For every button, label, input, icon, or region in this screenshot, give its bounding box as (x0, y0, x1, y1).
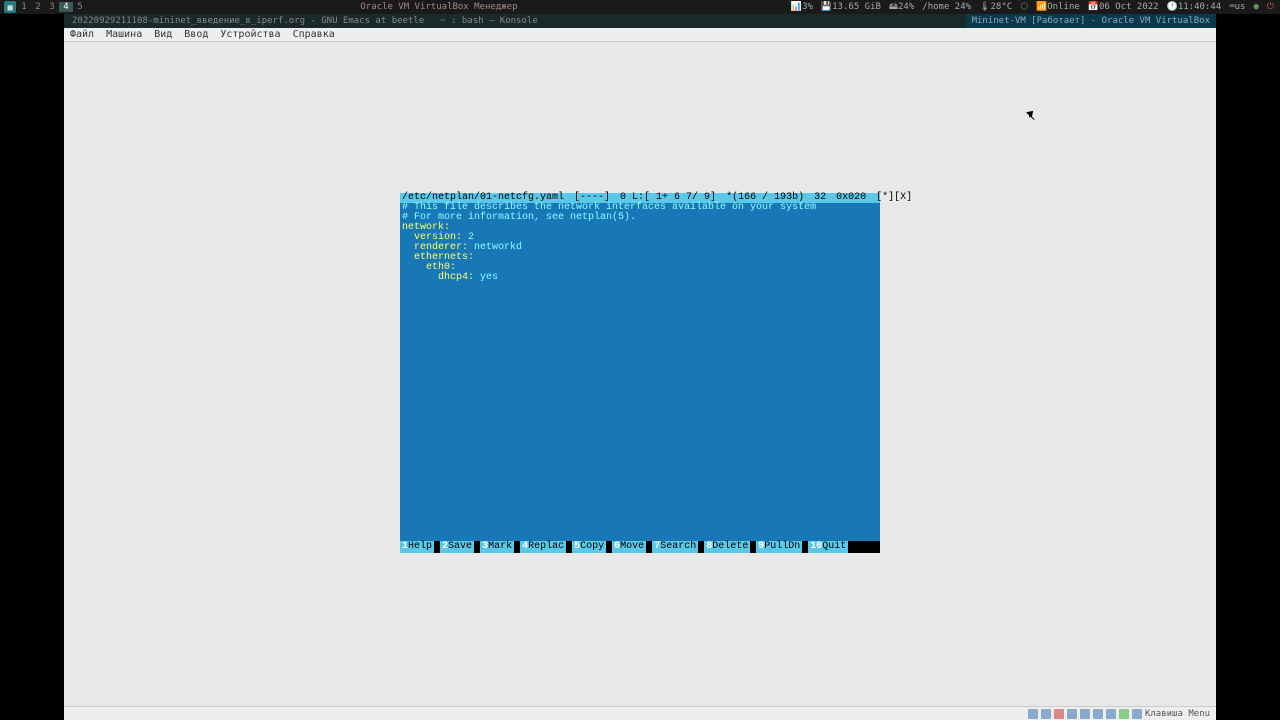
net-icon[interactable] (1067, 709, 1077, 719)
left-letterbox (0, 14, 64, 720)
optical-icon[interactable] (1041, 709, 1051, 719)
workspace-5[interactable]: 5 (73, 2, 87, 12)
mcedit-terminal[interactable]: /etc/netplan/01-netcfg.yaml [----] 0 L:[… (400, 193, 880, 553)
fnkey-replac[interactable]: 4Replac (520, 541, 566, 553)
display-icon[interactable] (1106, 709, 1116, 719)
date-indicator: 📅06 Oct 2022 (1088, 2, 1159, 12)
editor-line: ethernets: (402, 253, 878, 263)
net-indicator: 📶Online (1036, 2, 1080, 12)
workspace-3[interactable]: 3 (45, 2, 59, 12)
vm-statusbar: Клавиша Menu (64, 706, 1216, 720)
fnkey-save[interactable]: 2Save (440, 541, 474, 553)
fnkey-quit[interactable]: 10Quit (808, 541, 848, 553)
vpn-icon[interactable]: ⬡ (1020, 2, 1028, 12)
usb-icon[interactable] (1080, 709, 1090, 719)
time-indicator: 🕐11:40:44 (1167, 2, 1222, 12)
editor-line: dhcp4: yes (402, 273, 878, 283)
fnkey-search[interactable]: 7Search (652, 541, 698, 553)
title-emacs: 20220929211108-mininet_введение_в_iperf.… (64, 16, 432, 26)
hdd-icon[interactable] (1028, 709, 1038, 719)
power-icon[interactable]: ⏻ (1267, 2, 1274, 12)
right-letterbox (1216, 14, 1280, 720)
fnkey-pulldn[interactable]: 9PullDn (756, 541, 802, 553)
editor-content[interactable]: # This file describes the network interf… (400, 203, 880, 283)
fnkey-help[interactable]: 1Help (400, 541, 434, 553)
shared-folder-icon[interactable] (1093, 709, 1103, 719)
menu-Справка[interactable]: Справка (287, 29, 341, 40)
app-menu-icon[interactable]: ▦ (4, 1, 16, 13)
guest-additions-icon[interactable] (1132, 709, 1142, 719)
kb-layout[interactable]: ⌨us (1229, 2, 1245, 12)
title-vbox: Mininet-VM [Работает] - Oracle VM Virtua… (966, 14, 1216, 28)
window-title-bar: 20220929211108-mininet_введение_в_iperf.… (64, 14, 1216, 28)
taskbar-center-title: Oracle VM VirtualBox Менеджер (360, 2, 517, 12)
workspace-1[interactable]: 1 (17, 2, 31, 12)
vm-menubar: ФайлМашинаВидВводУстройстваСправка (64, 28, 1216, 42)
host-taskbar: ▦ 12345 Oracle VM VirtualBox Менеджер 📊3… (0, 0, 1280, 14)
mode-indicator: [*][X] (876, 193, 912, 203)
mem-indicator: 💾13.65 GiB (821, 2, 881, 12)
disk-indicator: 🖴24% (889, 0, 914, 15)
fnkey-delete[interactable]: 8Delete (704, 541, 750, 553)
host-key-hint: Клавиша Menu (1145, 709, 1210, 719)
fn-key-bar: 1Help 2Save 3Mark 4Replac 5Copy 6Move 7Search 8… (400, 541, 880, 553)
menu-Устройства[interactable]: Устройства (214, 29, 286, 40)
fnkey-copy[interactable]: 5Copy (572, 541, 606, 553)
temp-indicator: 🌡28°C (979, 2, 1012, 12)
fnkey-move[interactable]: 6Move (612, 541, 646, 553)
workspace-2[interactable]: 2 (31, 2, 45, 12)
fnkey-mark[interactable]: 3Mark (480, 541, 514, 553)
cpu-indicator: 📊3% (791, 2, 813, 12)
menu-Ввод[interactable]: Ввод (178, 29, 214, 40)
tray-icon[interactable]: ● (1253, 2, 1258, 12)
workspace-4[interactable]: 4 (59, 2, 73, 12)
home-indicator: /home 24% (922, 2, 971, 12)
menu-Файл[interactable]: Файл (64, 29, 100, 40)
editor-line: # For more information, see netplan(5). (402, 213, 878, 223)
menu-Вид[interactable]: Вид (148, 29, 178, 40)
hex-val: 0x020 (836, 193, 866, 203)
audio-icon[interactable] (1054, 709, 1064, 719)
title-konsole: ~ : bash — Konsole (432, 16, 546, 26)
menu-Машина[interactable]: Машина (100, 29, 148, 40)
recording-icon[interactable] (1119, 709, 1129, 719)
